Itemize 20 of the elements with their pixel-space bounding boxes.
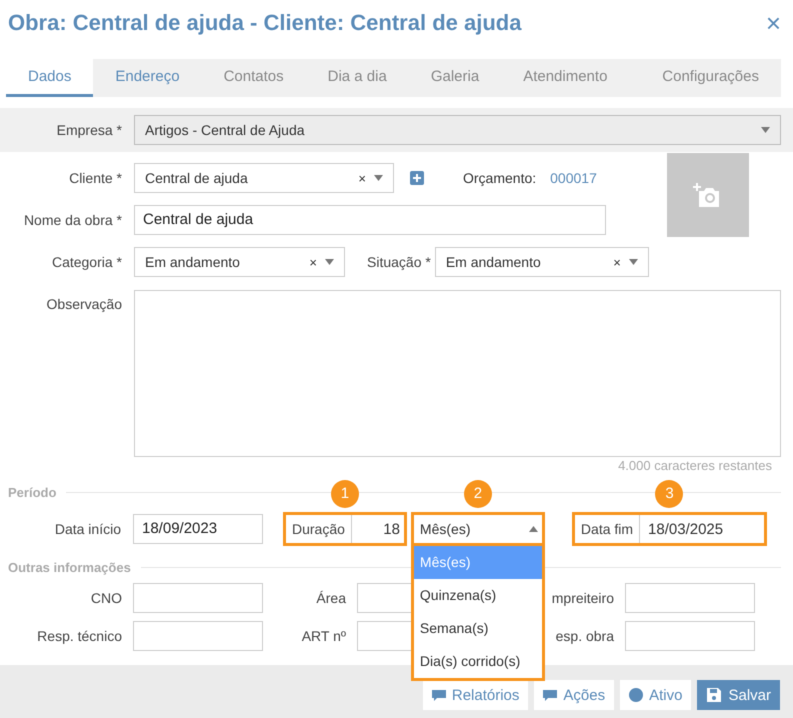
field-label: Categoria *: [50, 254, 123, 270]
field-label: Nome da obra *: [22, 212, 123, 228]
callout-badge: 2: [464, 480, 492, 508]
field-label: Situação *: [367, 254, 431, 270]
field-label: CNO: [90, 590, 123, 606]
section-heading: Período: [8, 485, 56, 500]
budget-label: Orçamento:: [463, 170, 536, 186]
dialog-title: Obra: Central de ajuda - Cliente: Central de ajuda: [8, 10, 522, 36]
field-label: esp. obra: [554, 628, 615, 644]
field-label: Cliente *: [68, 170, 123, 186]
callout-badge: 3: [655, 480, 684, 508]
character-counter: 4.000 caracteres restantes: [617, 458, 773, 473]
field-label: ART nº: [300, 628, 347, 644]
field-label: Observação: [46, 295, 123, 312]
field-label: Empresa *: [56, 122, 123, 138]
field-label: Área: [315, 590, 347, 606]
callout-badge: 1: [330, 480, 359, 508]
field-label: Data início: [54, 521, 122, 537]
section-heading: Outras informações: [8, 560, 131, 575]
field-label: Resp. técnico: [36, 628, 123, 644]
